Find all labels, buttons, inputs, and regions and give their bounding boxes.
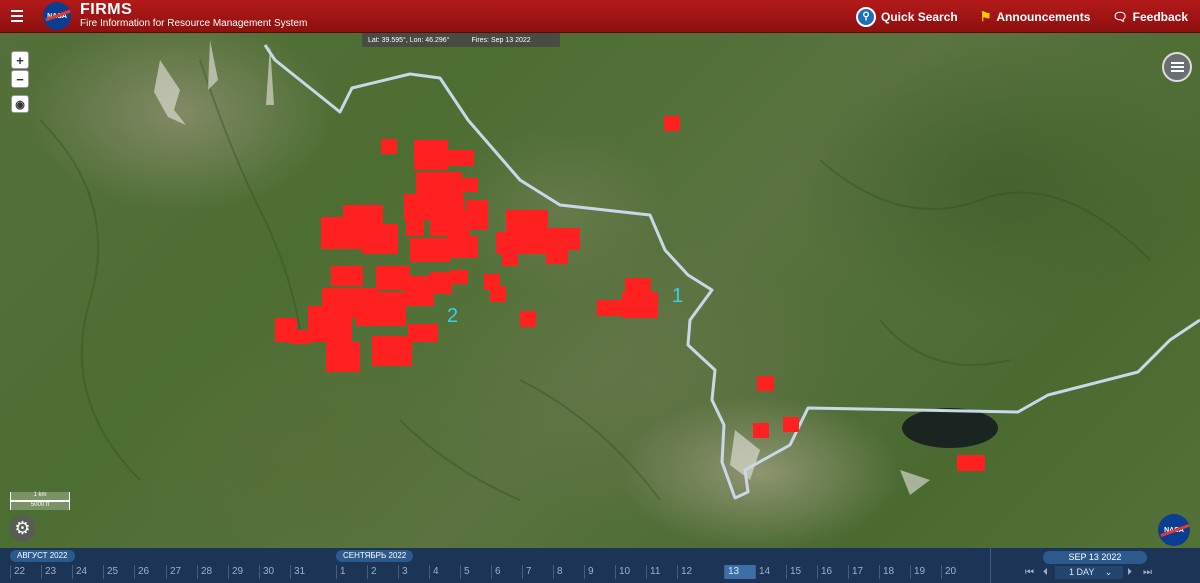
menu-icon[interactable]: [0, 0, 33, 33]
timeline-day[interactable]: 13: [724, 565, 755, 579]
timeline-day[interactable]: 6: [491, 565, 522, 579]
brand: FIRMS Fire Information for Resource Mana…: [80, 2, 307, 30]
timeline-day[interactable]: 28: [197, 565, 228, 579]
timeline-day[interactable]: 31: [290, 565, 321, 579]
timeline-day[interactable]: 27: [166, 565, 197, 579]
chevron-down-icon: ⌄: [1104, 567, 1113, 577]
timeline-day[interactable]: 18: [879, 565, 910, 579]
month-label-september[interactable]: СЕНТЯБРЬ 2022: [336, 550, 414, 562]
location-pin-button[interactable]: ◉: [11, 95, 29, 113]
nasa-logo[interactable]: NASA: [43, 2, 71, 30]
snow-patches: [154, 40, 930, 495]
timeline-day[interactable]: 25: [103, 565, 134, 579]
timeline-day[interactable]: 4: [429, 565, 460, 579]
quick-search-label: Quick Search: [881, 9, 958, 24]
coordinate-readout: Lat: 39.595°, Lon: 46.296° Fires: Sep 13…: [362, 33, 560, 47]
first-icon[interactable]: ⏮: [1025, 567, 1034, 579]
timeline-days: 22 23 24 25 26 27 28 29 30 31 1 2 3 4 5 6 7 8 9 10 11 12 13 14 1…: [0, 565, 990, 581]
selected-date[interactable]: SEP 13 2022: [1043, 551, 1147, 564]
app-title: FIRMS: [80, 1, 133, 18]
next-icon[interactable]: ⏵: [1127, 567, 1132, 579]
nasa-logo-text: NASA: [47, 12, 67, 20]
timeline-day[interactable]: 10: [615, 565, 646, 579]
previous-icon[interactable]: ⏴: [1043, 567, 1048, 579]
timeline-day[interactable]: 8: [553, 565, 584, 579]
timeline-day[interactable]: 29: [228, 565, 259, 579]
timeline-day[interactable]: 14: [755, 565, 786, 579]
time-span-value: 1 DAY: [1069, 567, 1095, 577]
scale-ft: 5000 ft: [10, 501, 70, 510]
lat-lon-text: Lat: 39.595°, Lon: 46.296°: [368, 36, 450, 44]
map-overlay: [39, 40, 1200, 501]
timeline-day[interactable]: 26: [134, 565, 165, 579]
layers-button[interactable]: [1162, 52, 1192, 82]
map-canvas[interactable]: [0, 33, 1200, 548]
megaphone-icon: ⚑: [979, 8, 992, 24]
timeline-day[interactable]: 17: [848, 565, 879, 579]
timeline-day[interactable]: 2: [367, 565, 398, 579]
timeline-day[interactable]: 7: [522, 565, 553, 579]
lake: [902, 408, 998, 448]
timeline-day[interactable]: 3: [398, 565, 429, 579]
chat-icon: 🗨: [1112, 9, 1128, 24]
timeline-day[interactable]: 23: [41, 565, 72, 579]
date-controls: SEP 13 2022 ⏮ ⏴ 1 DAY ⌄ ⏵ ⏭: [990, 548, 1200, 583]
last-icon[interactable]: ⏭: [1143, 567, 1152, 579]
timeline-day[interactable]: 11: [646, 565, 677, 579]
timeline-day[interactable]: 30: [259, 565, 290, 579]
month-label-august[interactable]: АВГУСТ 2022: [10, 550, 75, 562]
fires-date-text: Fires: Sep 13 2022: [471, 36, 531, 44]
timeline-day[interactable]: 15: [786, 565, 817, 579]
app-header: NASA FIRMS Fire Information for Resource…: [0, 0, 1200, 33]
feedback-button[interactable]: 🗨 Feedback: [1112, 10, 1188, 24]
scale-bar: 1 km 5000 ft: [10, 492, 70, 510]
announcements-label: Announcements: [996, 9, 1091, 24]
settings-gear-icon[interactable]: ⚙: [9, 515, 36, 542]
announcements-button[interactable]: ⚑ Announcements: [980, 9, 1091, 25]
time-span-select[interactable]: 1 DAY ⌄: [1055, 566, 1123, 579]
map-label-2: 2: [447, 305, 459, 327]
timeline: АВГУСТ 2022 СЕНТЯБРЬ 2022 22 23 24 25 26 27 28…: [0, 548, 1200, 583]
timeline-day[interactable]: 22: [10, 565, 41, 579]
timeline-day[interactable]: 12: [677, 565, 708, 579]
map-label-1: 1: [672, 285, 684, 307]
nasa-corner-logo[interactable]: NASA: [1158, 514, 1190, 546]
timeline-day[interactable]: 19: [910, 565, 941, 579]
timeline-day[interactable]: 16: [817, 565, 848, 579]
timeline-day[interactable]: 20: [941, 565, 972, 579]
zoom-out-button[interactable]: −: [11, 70, 29, 88]
zoom-in-button[interactable]: +: [11, 51, 29, 69]
location-pin-icon: ◉: [15, 98, 25, 111]
scale-km: 1 km: [10, 492, 70, 501]
quick-search-button[interactable]: ⚲ Quick Search: [856, 6, 958, 27]
fire-detections: [275, 116, 985, 471]
timeline-day[interactable]: 5: [460, 565, 491, 579]
list-icon: [1170, 62, 1184, 64]
app-subtitle: Fire Information for Resource Management…: [80, 18, 308, 29]
feedback-label: Feedback: [1132, 9, 1188, 24]
header-actions: ⚲ Quick Search ⚑ Announcements 🗨 Feedbac…: [856, 0, 1188, 33]
timeline-day[interactable]: 1: [336, 565, 367, 579]
search-icon: ⚲: [856, 6, 877, 27]
nasa-corner-text: NASA: [1164, 526, 1184, 534]
timeline-day[interactable]: 24: [72, 565, 103, 579]
timeline-day[interactable]: 9: [584, 565, 615, 579]
